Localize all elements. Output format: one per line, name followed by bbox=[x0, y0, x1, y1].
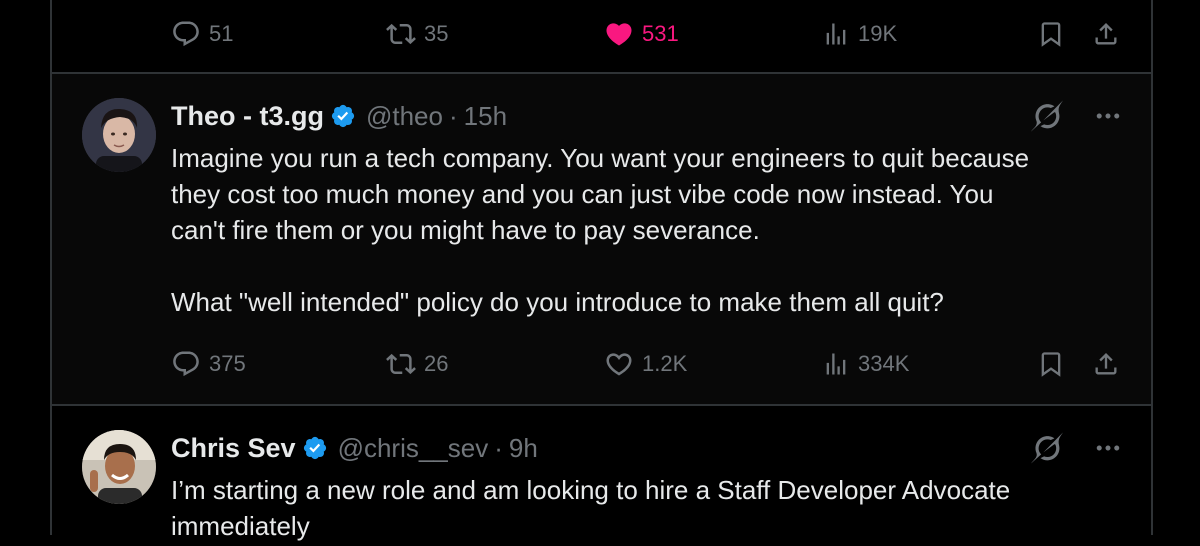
grok-icon[interactable] bbox=[1031, 432, 1063, 464]
reply-icon bbox=[171, 349, 201, 379]
views-icon bbox=[822, 20, 850, 48]
tweet[interactable]: Chris Sev @chris__sev · 9h I’m starting … bbox=[52, 406, 1151, 546]
retweet-icon bbox=[386, 349, 416, 379]
views-count: 19K bbox=[858, 21, 898, 46]
timeline-feed: 51 35 531 19K Theo - t3.gg @theo · 15h I… bbox=[50, 0, 1153, 541]
timestamp[interactable]: 15h bbox=[464, 101, 507, 132]
author-name[interactable]: Theo - t3.gg bbox=[171, 101, 324, 132]
retweet-button[interactable]: 26 bbox=[386, 344, 448, 384]
views-button[interactable]: 19K bbox=[822, 14, 897, 54]
tweet-previous[interactable]: 51 35 531 19K bbox=[52, 0, 1151, 74]
retweet-button[interactable]: 35 bbox=[386, 14, 448, 54]
tweet-header: Theo - t3.gg @theo · 15h bbox=[171, 96, 507, 136]
share-icon bbox=[1092, 350, 1120, 378]
views-count: 334K bbox=[858, 351, 910, 376]
like-button[interactable]: 1.2K bbox=[604, 344, 687, 384]
views-icon bbox=[822, 350, 850, 378]
author-handle[interactable]: @chris__sev bbox=[338, 433, 489, 464]
views-button[interactable]: 334K bbox=[822, 344, 909, 384]
more-icon[interactable] bbox=[1093, 433, 1123, 463]
share-button[interactable] bbox=[1092, 14, 1120, 54]
avatar[interactable] bbox=[82, 98, 156, 172]
heart-filled-icon bbox=[604, 19, 634, 49]
reply-button[interactable]: 51 bbox=[171, 14, 233, 54]
retweet-count: 26 bbox=[424, 351, 449, 376]
like-count: 1.2K bbox=[642, 351, 688, 376]
tweet-action-bar: 375 26 1.2K 334K bbox=[171, 344, 1121, 384]
reply-count: 51 bbox=[209, 21, 234, 46]
tweet-action-bar: 51 35 531 19K bbox=[171, 14, 1121, 54]
heart-icon bbox=[604, 349, 634, 379]
timestamp[interactable]: 9h bbox=[509, 433, 538, 464]
avatar-image bbox=[82, 430, 156, 504]
tweet-text: Imagine you run a tech company. You want… bbox=[171, 143, 1030, 317]
reply-button[interactable]: 375 bbox=[171, 344, 246, 384]
tweet-top-actions bbox=[1031, 432, 1123, 464]
reply-count: 375 bbox=[209, 351, 246, 376]
separator-dot: · bbox=[448, 100, 458, 131]
verified-badge-icon[interactable] bbox=[302, 435, 328, 461]
avatar[interactable] bbox=[82, 430, 156, 504]
separator-dot: · bbox=[494, 432, 503, 463]
share-button[interactable] bbox=[1092, 344, 1120, 384]
like-count: 531 bbox=[642, 21, 679, 46]
bookmark-icon bbox=[1037, 350, 1065, 378]
tweet-header: Chris Sev @chris__sev · 9h bbox=[171, 428, 538, 468]
share-icon bbox=[1092, 20, 1120, 48]
tweet-top-actions bbox=[1031, 100, 1123, 132]
verified-badge-icon[interactable] bbox=[330, 103, 356, 129]
like-button[interactable]: 531 bbox=[604, 14, 679, 54]
bookmark-button[interactable] bbox=[1037, 14, 1065, 54]
avatar-image bbox=[82, 98, 156, 172]
author-handle[interactable]: @theo bbox=[366, 101, 443, 132]
retweet-icon bbox=[386, 19, 416, 49]
bookmark-button[interactable] bbox=[1037, 344, 1065, 384]
more-icon[interactable] bbox=[1093, 101, 1123, 131]
tweet[interactable]: Theo - t3.gg @theo · 15h Imagine you run… bbox=[52, 74, 1151, 406]
reply-icon bbox=[171, 19, 201, 49]
author-name[interactable]: Chris Sev bbox=[171, 433, 296, 464]
bookmark-icon bbox=[1037, 20, 1065, 48]
grok-icon[interactable] bbox=[1031, 100, 1063, 132]
retweet-count: 35 bbox=[424, 21, 449, 46]
tweet-text: I’m starting a new role and am looking t… bbox=[171, 475, 1011, 541]
